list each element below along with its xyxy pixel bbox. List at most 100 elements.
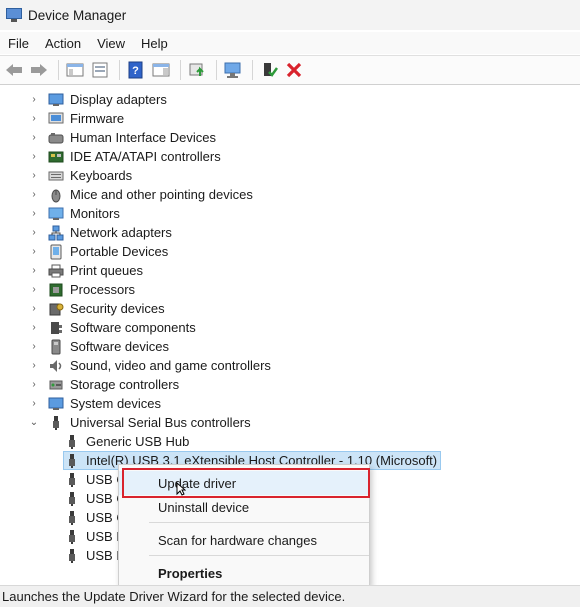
tree-node-label: Portable Devices [70, 244, 169, 259]
chevron-right-icon[interactable]: › [28, 360, 40, 372]
tree-node-firmware[interactable]: › Firmware [28, 109, 124, 128]
printer-icon [48, 263, 64, 279]
system-device-icon [48, 396, 64, 412]
tree-node-usb-device[interactable]: USB N [64, 527, 126, 546]
tree-node-software-devices[interactable]: › Software devices [28, 337, 169, 356]
tree-node-display-adapters[interactable]: › Display adapters [28, 90, 167, 109]
device-manager-icon [6, 8, 22, 22]
chevron-right-icon[interactable]: › [28, 94, 40, 106]
chevron-right-icon[interactable]: › [28, 208, 40, 220]
tree-node-generic-usb-hub[interactable]: Generic USB Hub [64, 432, 189, 451]
tree-node-usb-controllers[interactable]: ⌄ Universal Serial Bus controllers [28, 413, 251, 432]
chevron-right-icon[interactable]: › [28, 379, 40, 391]
menu-action[interactable]: Action [37, 36, 89, 51]
tree-node-label: Display adapters [70, 92, 167, 107]
toolbar-separator [180, 60, 181, 80]
usb-device-icon [64, 529, 80, 545]
chevron-right-icon[interactable]: › [28, 189, 40, 201]
chevron-right-icon[interactable]: › [28, 132, 40, 144]
menu-view[interactable]: View [89, 36, 133, 51]
tree-node-storage-controllers[interactable]: › Storage controllers [28, 375, 179, 394]
chevron-right-icon[interactable]: › [28, 170, 40, 182]
update-driver-icon[interactable] [186, 59, 208, 81]
portable-device-icon [48, 244, 64, 260]
mouse-icon [48, 187, 64, 203]
tree-node-system-devices[interactable]: › System devices [28, 394, 161, 413]
tree-node-human-interface-devices[interactable]: › Human Interface Devices [28, 128, 216, 147]
toolbar-separator [252, 60, 253, 80]
svg-text:?: ? [132, 65, 139, 77]
properties-icon[interactable] [89, 59, 111, 81]
firmware-icon [48, 111, 64, 127]
chevron-right-icon[interactable]: › [28, 284, 40, 296]
toolbar-separator [58, 60, 59, 80]
tree-node-sound-video-game[interactable]: › Sound, video and game controllers [28, 356, 271, 375]
chevron-right-icon[interactable]: › [28, 151, 40, 163]
context-menu-uninstall-device[interactable]: Uninstall device [119, 495, 369, 519]
ide-controller-icon [48, 149, 64, 165]
tree-node-label: Software components [70, 320, 196, 335]
tree-node-usb-device[interactable]: USB C [64, 489, 126, 508]
chevron-down-icon[interactable]: ⌄ [28, 417, 40, 429]
status-text: Launches the Update Driver Wizard for th… [2, 589, 346, 604]
toolbar: ? [0, 55, 580, 85]
help-icon[interactable]: ? [125, 59, 147, 81]
tree-node-label: System devices [70, 396, 162, 411]
chevron-right-icon[interactable]: › [28, 322, 40, 334]
tree-node-usb-device[interactable]: USB C [64, 508, 126, 527]
tree-node-label: Firmware [70, 111, 125, 126]
tree-node-label: Monitors [70, 206, 120, 221]
tree-node-keyboards[interactable]: › Keyboards [28, 166, 132, 185]
menu-file[interactable]: File [0, 36, 37, 51]
chevron-right-icon[interactable]: › [28, 341, 40, 353]
tree-node-usb-device[interactable]: USB R [64, 546, 126, 565]
status-bar: Launches the Update Driver Wizard for th… [0, 585, 580, 607]
display-adapter-icon [48, 92, 64, 108]
tree-node-network-adapters[interactable]: › Network adapters [28, 223, 172, 242]
chevron-right-icon[interactable]: › [28, 227, 40, 239]
toolbar-separator [216, 60, 217, 80]
action-pane-icon[interactable] [150, 59, 172, 81]
tree-node-security-devices[interactable]: › Security devices [28, 299, 164, 318]
tree-node-monitors[interactable]: › Monitors [28, 204, 120, 223]
tree-node-mice[interactable]: › Mice and other pointing devices [28, 185, 253, 204]
tree-node-usb-device[interactable]: USB C [64, 470, 126, 489]
tree-node-portable-devices[interactable]: › Portable Devices [28, 242, 168, 261]
context-menu-separator [149, 555, 369, 556]
scan-hardware-icon[interactable] [222, 59, 244, 81]
chevron-right-icon[interactable]: › [28, 398, 40, 410]
tree-node-label: Processors [70, 282, 136, 297]
context-menu-properties[interactable]: Properties [119, 561, 369, 585]
tree-node-label: Keyboards [70, 168, 133, 183]
tree-node-label: Storage controllers [70, 377, 180, 392]
context-menu-separator [149, 522, 369, 523]
enable-device-icon[interactable] [258, 59, 280, 81]
forward-arrow-icon[interactable] [28, 59, 50, 81]
chevron-right-icon[interactable]: › [28, 246, 40, 258]
uninstall-device-icon[interactable] [283, 59, 305, 81]
tree-node-software-components[interactable]: › Software components [28, 318, 196, 337]
monitor-icon [48, 206, 64, 222]
tree-node-processors[interactable]: › Processors [28, 280, 135, 299]
menu-help[interactable]: Help [133, 36, 176, 51]
menu-bar: File Action View Help [0, 32, 580, 54]
tree-node-label: Sound, video and game controllers [70, 358, 271, 373]
chevron-right-icon[interactable]: › [28, 113, 40, 125]
tree-node-label: Universal Serial Bus controllers [70, 415, 251, 430]
tree-node-ide-controllers[interactable]: › IDE ATA/ATAPI controllers [28, 147, 220, 166]
mouse-cursor-icon [176, 481, 187, 496]
usb-device-icon [64, 434, 80, 450]
security-device-icon [48, 301, 64, 317]
tree-node-print-queues[interactable]: › Print queues [28, 261, 143, 280]
tree-node-label: Generic USB Hub [86, 434, 190, 449]
window-title: Device Manager [28, 7, 127, 23]
usb-device-icon [64, 453, 80, 469]
chevron-right-icon[interactable]: › [28, 303, 40, 315]
context-menu-scan-hardware[interactable]: Scan for hardware changes [119, 528, 369, 552]
chevron-right-icon[interactable]: › [28, 265, 40, 277]
show-hide-console-tree-icon[interactable] [64, 59, 86, 81]
back-arrow-icon[interactable] [3, 59, 25, 81]
tree-node-label: Software devices [70, 339, 169, 354]
hid-icon [48, 130, 64, 146]
software-component-icon [48, 320, 64, 336]
